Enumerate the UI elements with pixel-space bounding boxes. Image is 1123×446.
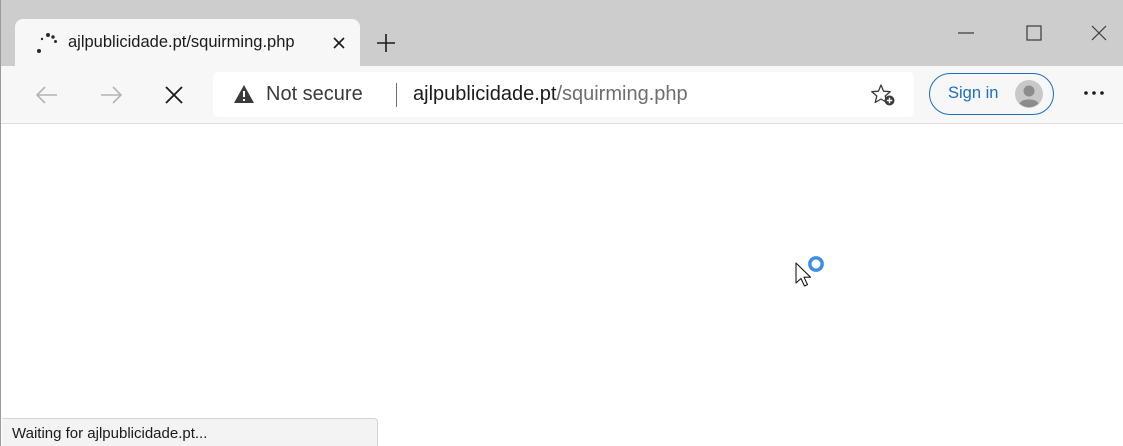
close-icon[interactable] [329, 33, 349, 53]
busy-cursor-icon [795, 256, 824, 287]
maximize-icon[interactable] [1019, 18, 1049, 48]
loading-spinner-icon [37, 33, 57, 53]
url-path: /squirming.php [556, 83, 688, 105]
toolbar: Not secure ajlpublicidade.pt/squirming.p… [1, 66, 1123, 124]
not-secure-label[interactable]: Not secure [266, 83, 363, 106]
minimize-icon[interactable] [951, 18, 981, 48]
tab-active[interactable]: ajlpublicidade.pt/squirming.php [15, 19, 360, 66]
user-avatar-icon [1015, 80, 1043, 108]
sign-in-button[interactable]: Sign in [929, 73, 1054, 115]
ellipsis-icon[interactable] [1081, 80, 1107, 106]
browser-window: ajlpublicidade.pt/squirming.php Not secu… [0, 0, 1123, 446]
url-text[interactable]: ajlpublicidade.pt/squirming.php [413, 83, 688, 106]
page-content [2, 124, 1123, 446]
status-bar: Waiting for ajlpublicidade.pt... [2, 418, 378, 446]
warning-triangle-icon[interactable] [233, 84, 255, 104]
plus-icon[interactable] [374, 31, 398, 55]
window-close-icon[interactable] [1084, 18, 1114, 48]
arrow-left-icon[interactable] [31, 79, 63, 111]
add-favorite-star-icon[interactable] [870, 83, 896, 107]
sign-in-label: Sign in [948, 84, 999, 102]
arrow-right-icon[interactable] [95, 79, 127, 111]
tab-title: ajlpublicidade.pt/squirming.php [68, 33, 295, 51]
status-text: Waiting for ajlpublicidade.pt... [12, 425, 208, 442]
address-bar[interactable]: Not secure ajlpublicidade.pt/squirming.p… [213, 72, 914, 117]
address-separator [396, 83, 397, 107]
tab-strip: ajlpublicidade.pt/squirming.php [1, 0, 1123, 66]
stop-loading-icon[interactable] [158, 79, 190, 111]
url-host: ajlpublicidade.pt [413, 83, 557, 105]
